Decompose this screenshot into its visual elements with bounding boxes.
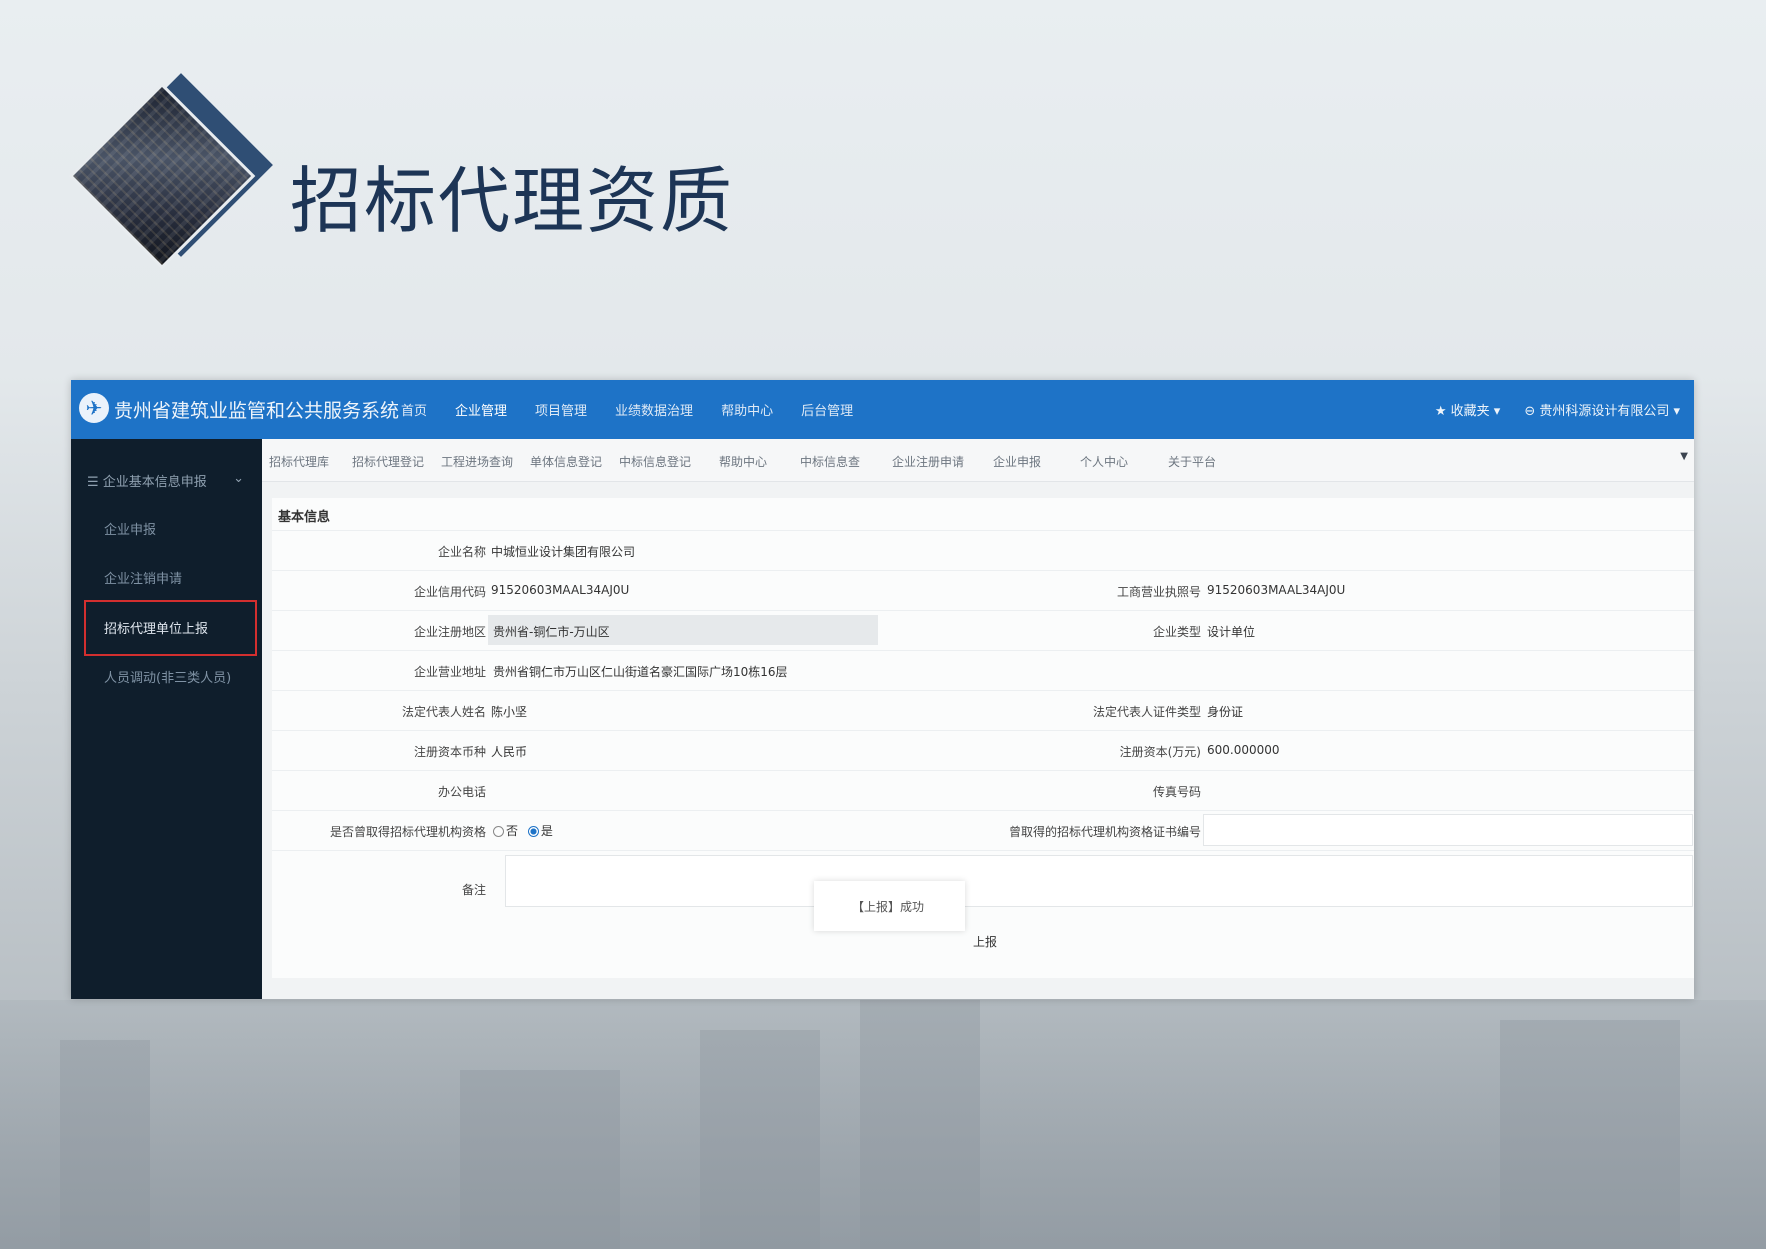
section-title: 基本信息 [278,510,331,525]
nav-help[interactable]: 帮助中心 [721,400,773,419]
currency-label: 注册资本币种 [413,745,486,759]
nav-home[interactable]: 首页 [401,400,427,419]
form-row: 注册资本币种 人民币 注册资本(万元) 600.000000 [272,730,1694,769]
remark-label: 备注 [461,883,486,897]
city-background [0,1000,1766,1249]
tab-company-declare[interactable]: 企业申报 [993,453,1041,470]
qualified-radio-group: 否 是 [493,822,553,839]
company-name-label: 企业名称 [437,545,486,559]
form-row: 企业名称 中城恒业设计集团有限公司 [272,530,1694,569]
tab-company-register[interactable]: 企业注册申请 [892,453,964,470]
form-row: 办公电话 传真号码 [272,770,1694,809]
nav-performance[interactable]: 业绩数据治理 [615,400,693,419]
sidebar-item-declare[interactable]: 企业申报 [104,519,156,538]
chevron-down-icon: ⌄ [233,471,244,486]
form-row: 法定代表人姓名 陈小坚 法定代表人证件类型 身份证 [272,690,1694,729]
top-nav: 首页 企业管理 项目管理 业绩数据治理 帮助中心 后台管理 [401,400,881,419]
fax-label: 传真号码 [1152,785,1201,799]
toast-message: 【上报】成功 [852,900,925,914]
system-title: 贵州省建筑业监管和公共服务系统 [114,400,400,422]
form-row: 备注 [272,850,1694,941]
phone-label: 办公电话 [437,785,486,799]
sidebar-group[interactable]: ☰ 企业基本信息申报 ⌄ [87,471,252,490]
company-name-value: 中城恒业设计集团有限公司 [491,545,636,559]
nav-admin[interactable]: 后台管理 [801,400,853,419]
sidebar-item-transfer[interactable]: 人员调动(非三类人员) [104,667,231,686]
radio-yes-label: 是 [540,824,553,838]
tab-help[interactable]: 帮助中心 [719,453,767,470]
legal-rep-label: 法定代表人姓名 [401,705,486,719]
company-type-value: 设计单位 [1207,625,1256,639]
tab-personal[interactable]: 个人中心 [1080,453,1128,470]
sidebar: ☰ 企业基本信息申报 ⌄ 企业申报 企业注销申请 招标代理单位上报 人员调动(非… [71,439,262,999]
nav-enterprise[interactable]: 企业管理 [455,400,507,419]
slide-title: 招标代理资质 [290,159,735,243]
form-panel: 基本信息 企业名称 中城恒业设计集团有限公司 企业信用代码 91520603MA… [272,498,1694,978]
address-label: 企业营业地址 [413,665,486,679]
currency-value: 人民币 [491,745,528,759]
license-no-label: 工商营业执照号 [1116,585,1201,599]
sidebar-group-label: 企业基本信息申报 [102,475,207,490]
sidebar-item-agency-report[interactable]: 招标代理单位上报 [84,600,257,656]
capital-label: 注册资本(万元) [1119,745,1201,759]
capital-value: 600.000000 [1207,743,1280,757]
tab-unit-register[interactable]: 单体信息登记 [530,453,602,470]
license-no-value: 91520603MAAL34AJ0U [1207,583,1346,597]
form-row: 企业营业地址 贵州省铜仁市万山区仁山街道名豪汇国际广场10栋16层 [272,650,1694,689]
form-row: 是否曾取得招标代理机构资格 否 是 曾取得的招标代理机构资格证书编号 [272,810,1694,849]
tab-agency-register[interactable]: 招标代理登记 [352,453,424,470]
system-logo-icon: ✈ [79,393,109,423]
address-value: 贵州省铜仁市万山区仁山街道名豪汇国际广场10栋16层 [493,665,788,679]
radio-no[interactable] [493,826,504,837]
credit-code-label: 企业信用代码 [413,585,486,599]
radio-yes[interactable] [527,826,539,837]
radio-no-label: 否 [506,824,519,838]
submit-button[interactable]: 上报 [973,933,997,950]
tab-project-query[interactable]: 工程进场查询 [441,453,513,470]
nav-project[interactable]: 项目管理 [535,400,587,419]
tab-bid-query[interactable]: 中标信息查 [800,453,860,470]
id-type-value: 身份证 [1207,705,1244,719]
legal-rep-value: 陈小坚 [491,705,528,719]
sidebar-item-cancel[interactable]: 企业注销申请 [104,568,182,587]
slide-logo-diamond [68,73,278,272]
tab-about[interactable]: 关于平台 [1168,453,1216,470]
cert-input[interactable] [1203,814,1693,846]
cert-label: 曾取得的招标代理机构资格证书编号 [1008,825,1201,839]
remark-textarea[interactable] [505,855,1693,907]
top-bar: ✈ 贵州省建筑业监管和公共服务系统 首页 企业管理 项目管理 业绩数据治理 帮助… [71,380,1694,439]
chevron-down-icon[interactable]: ▼ [1680,451,1688,462]
region-label: 企业注册地区 [413,625,486,639]
success-toast: 【上报】成功 [814,881,965,931]
qualified-label: 是否曾取得招标代理机构资格 [329,825,486,839]
company-type-label: 企业类型 [1152,625,1201,639]
tab-bid-register[interactable]: 中标信息登记 [619,453,691,470]
list-icon: ☰ [87,475,103,490]
form-row: 企业注册地区 贵州省-铜仁市-万山区 企业类型 设计单位 [272,610,1694,649]
company-menu[interactable]: ⊖ 贵州科源设计有限公司 ▾ [1524,400,1680,419]
favorites-menu[interactable]: ★ 收藏夹 ▾ [1435,400,1500,419]
sidebar-item-label: 招标代理单位上报 [104,622,209,637]
id-type-label: 法定代表人证件类型 [1092,705,1201,719]
region-value: 贵州省-铜仁市-万山区 [493,625,610,639]
tab-agency-library[interactable]: 招标代理库 [269,453,329,470]
credit-code-value: 91520603MAAL34AJ0U [491,583,630,597]
form-row: 企业信用代码 91520603MAAL34AJ0U 工商营业执照号 915206… [272,570,1694,609]
sub-nav: 招标代理库 招标代理登记 工程进场查询 单体信息登记 中标信息登记 帮助中心 中… [262,439,1694,482]
